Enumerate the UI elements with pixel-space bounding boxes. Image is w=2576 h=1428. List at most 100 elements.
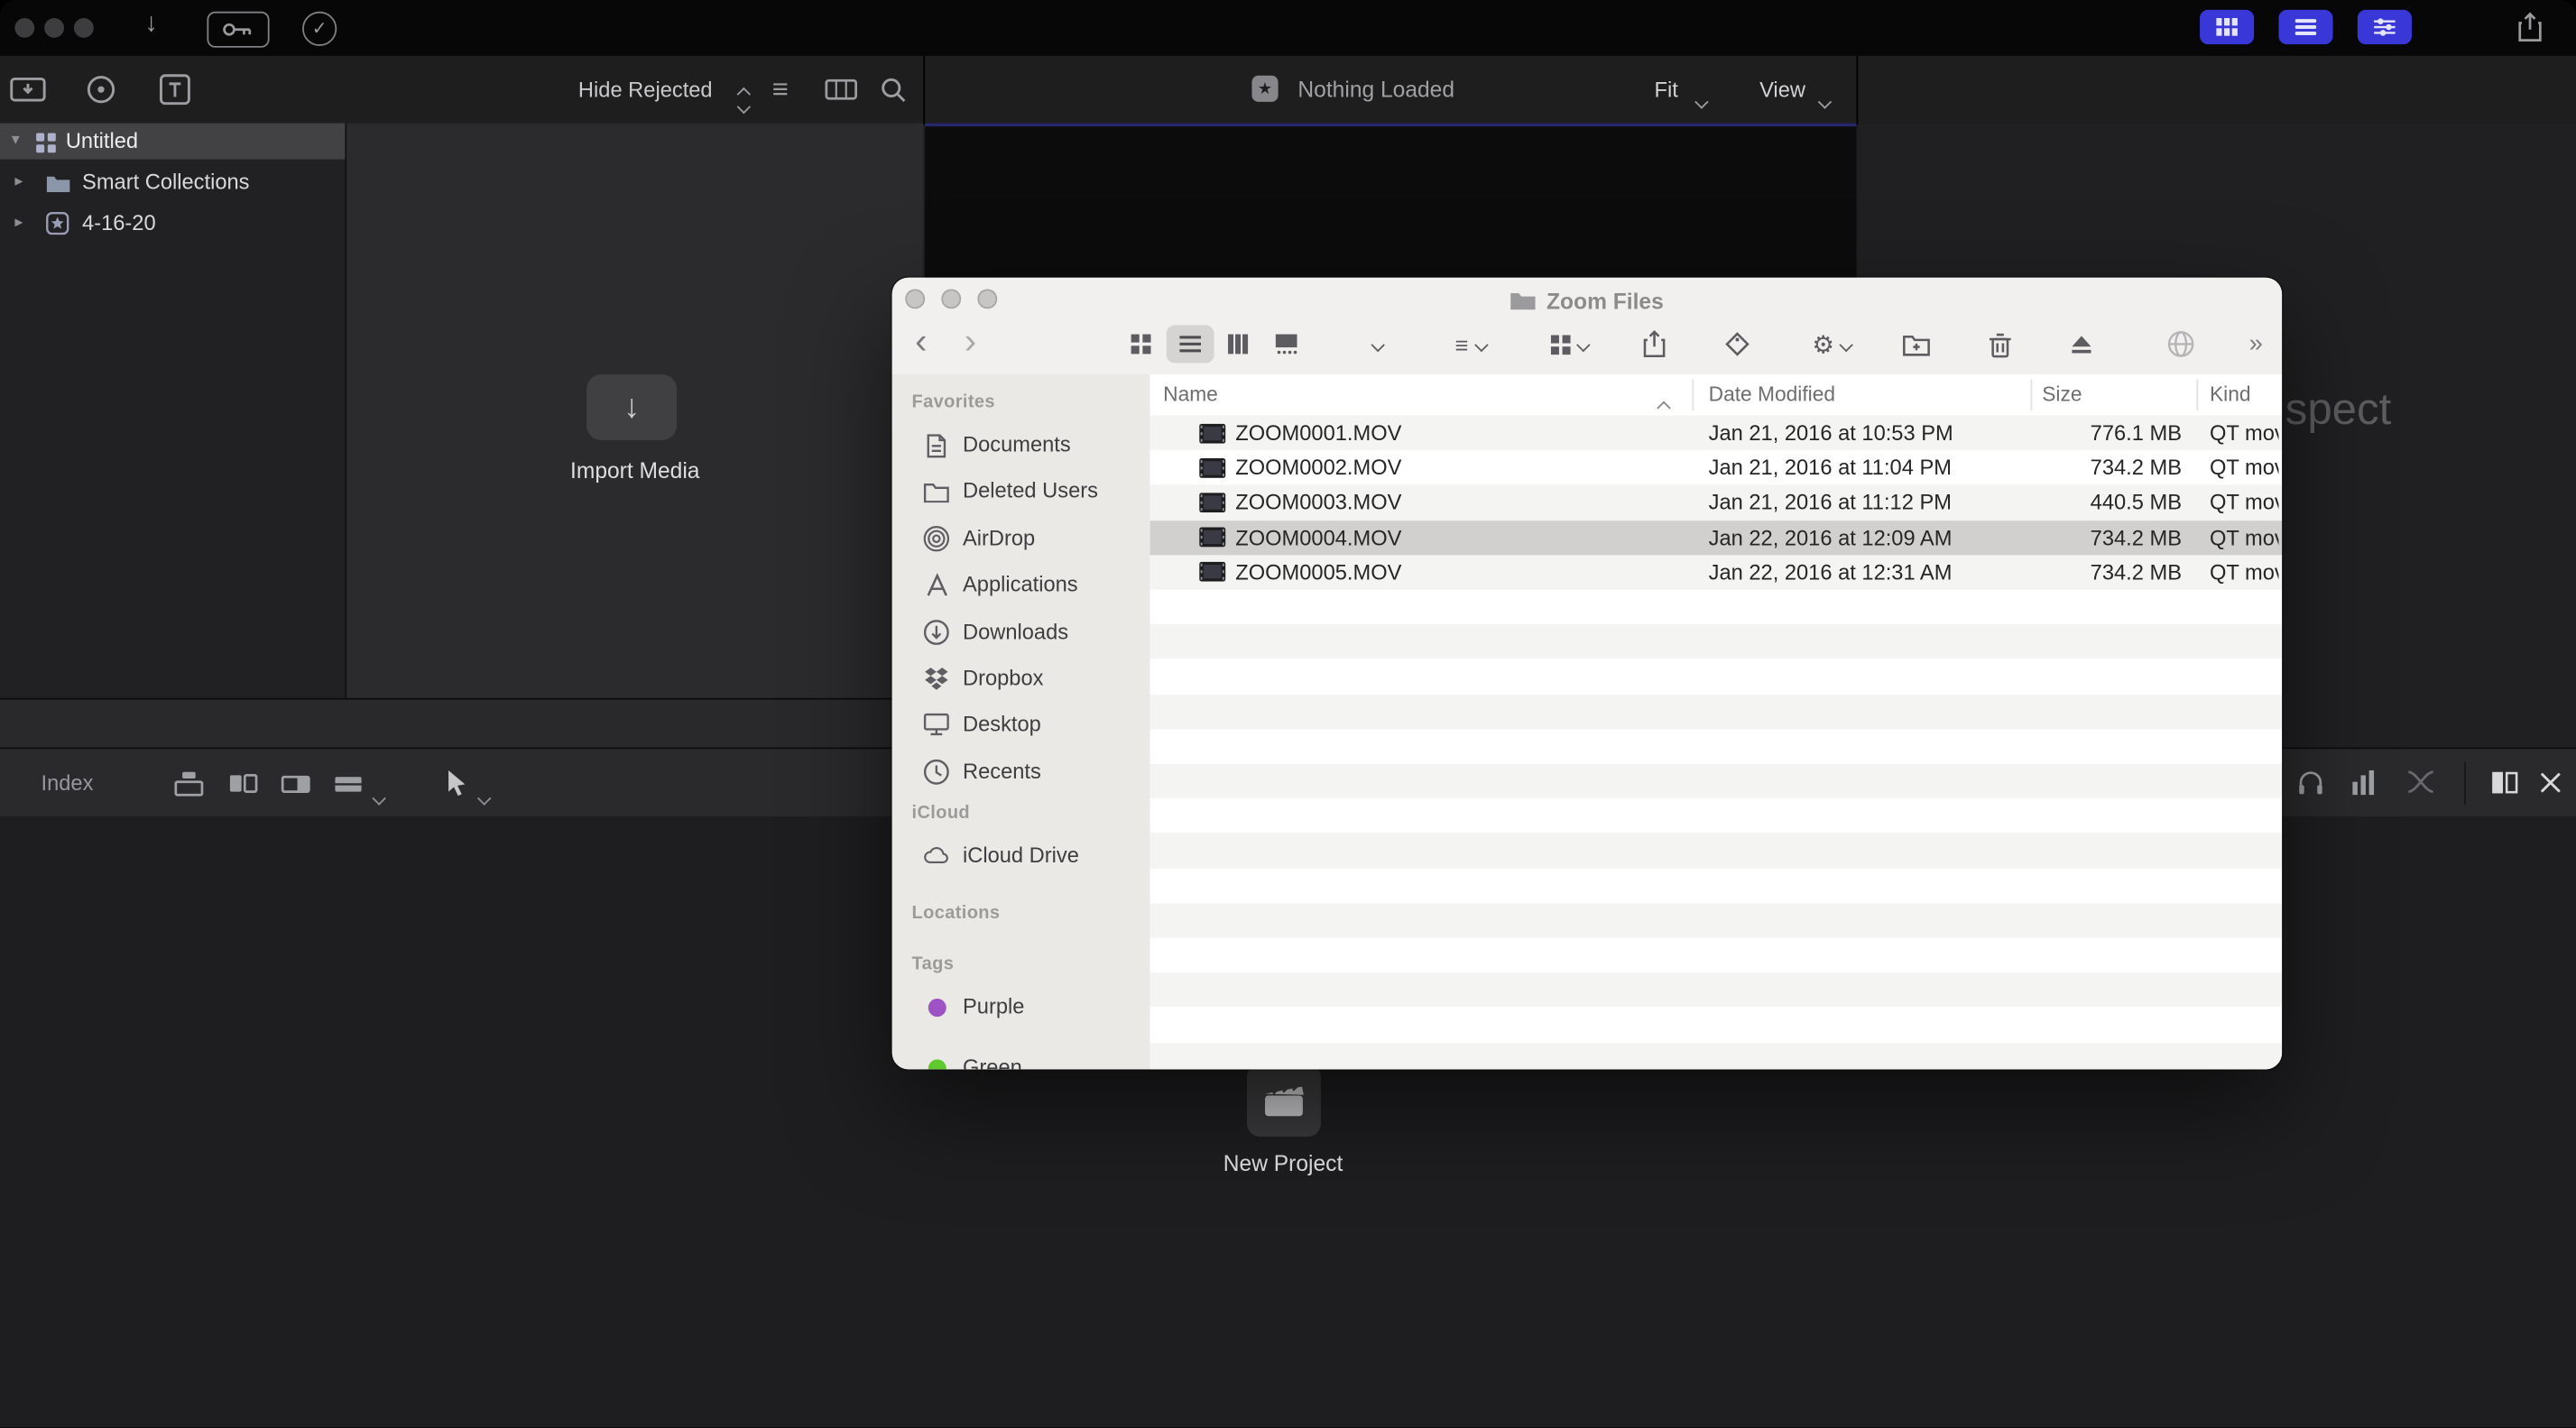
airdrop-icon: [923, 526, 950, 552]
window-minimize-button[interactable]: [44, 18, 65, 38]
sidebar-item-tag-purple[interactable]: Purple: [892, 987, 1150, 1027]
insert-clip-icon[interactable]: [228, 770, 258, 805]
sidebar-item-label: Downloads: [962, 619, 1069, 644]
table-row-empty: [1150, 729, 2283, 764]
arrange-dropdown-button[interactable]: [1536, 326, 1602, 364]
filter-dropdown[interactable]: Hide Rejected: [578, 56, 713, 124]
screen: ↓ ✓ Hide Rejected ≡ ★ Nothing Loaded Fit…: [0, 0, 2576, 1428]
column-header-size[interactable]: Size: [2042, 374, 2082, 416]
tags-button[interactable]: [1717, 326, 1757, 364]
share-button[interactable]: [2516, 12, 2543, 51]
action-dropdown-button[interactable]: ⚙: [1799, 326, 1865, 364]
sidebar-item-airdrop[interactable]: AirDrop: [892, 519, 1150, 558]
sidebar-item-desktop[interactable]: Desktop: [892, 705, 1150, 744]
column-view-button[interactable]: [1214, 326, 1263, 364]
crossfade-icon[interactable]: [2406, 770, 2434, 802]
sidebar-item-smart-collections[interactable]: ▸ Smart Collections: [0, 164, 345, 200]
overwrite-clip-icon[interactable]: [334, 770, 364, 805]
file-date-modified: Jan 22, 2016 at 12:31 AM: [1708, 559, 1953, 585]
sort-dropdown-button[interactable]: ≡: [1437, 326, 1503, 364]
connect-clip-icon[interactable]: [174, 770, 204, 805]
sidebar-item-downloads[interactable]: Downloads: [892, 613, 1150, 652]
eject-button[interactable]: [2062, 326, 2101, 364]
share-button[interactable]: [1635, 326, 1675, 364]
group-dropdown-button[interactable]: [1355, 326, 1401, 364]
forward-button[interactable]: ›: [965, 320, 976, 363]
list-layout-button[interactable]: [2278, 9, 2333, 45]
column-divider[interactable]: [2030, 379, 2033, 411]
back-button[interactable]: ‹: [915, 320, 927, 363]
column-divider[interactable]: [2196, 379, 2199, 411]
filmstrip-view-icon[interactable]: [825, 78, 858, 108]
sidebar-item-icloud-drive[interactable]: iCloud Drive: [892, 836, 1150, 876]
column-header-kind[interactable]: Kind: [2210, 374, 2251, 416]
media-import-icon[interactable]: [10, 72, 46, 114]
sidebar-item-recents[interactable]: Recents: [892, 752, 1150, 792]
list-view-icon: [1178, 336, 1201, 353]
import-media-button[interactable]: ↓: [586, 374, 678, 440]
grid-layout-button[interactable]: [2200, 9, 2255, 45]
sidebar-item-label: Applications: [962, 571, 1078, 596]
chevron-down-icon[interactable]: [373, 780, 386, 810]
fit-dropdown[interactable]: Fit: [1655, 56, 1678, 124]
disclosure-right-icon[interactable]: ▸: [14, 206, 23, 242]
clip-list-icon[interactable]: ≡: [772, 56, 789, 124]
audio-meters-icon[interactable]: [2351, 769, 2376, 803]
delete-button[interactable]: [1980, 326, 2019, 364]
sidebar-item-tag-green[interactable]: Green: [892, 1048, 1150, 1070]
sidebar-item-dropbox[interactable]: Dropbox: [892, 659, 1150, 698]
table-row[interactable]: ZOOM0003.MOV Jan 21, 2016 at 11:12 PM 440.…: [1150, 484, 2283, 521]
fcp-browser: ↓ Import Media: [346, 123, 924, 698]
sliders-button[interactable]: [2357, 9, 2412, 45]
table-row[interactable]: ZOOM0002.MOV Jan 21, 2016 at 11:04 PM 734.…: [1150, 450, 2283, 485]
file-kind: QT mov: [2209, 420, 2279, 446]
table-row-empty: [1150, 868, 2283, 904]
titles-icon[interactable]: [159, 74, 191, 114]
new-folder-button[interactable]: [1894, 326, 1936, 364]
disclosure-right-icon[interactable]: ▸: [14, 164, 23, 200]
new-project-button[interactable]: [1246, 1064, 1321, 1137]
table-row[interactable]: ZOOM0004.MOV Jan 22, 2016 at 12:09 AM 734.…: [1150, 520, 2283, 556]
import-download-icon[interactable]: ↓: [144, 10, 158, 40]
effects-icon[interactable]: [86, 74, 117, 114]
table-row[interactable]: ZOOM0001.MOV Jan 21, 2016 at 10:53 PM 776.…: [1150, 415, 2283, 451]
import-media-label[interactable]: Import Media: [346, 458, 923, 483]
timeline-panel-icon[interactable]: [2490, 770, 2518, 803]
headphones-icon[interactable]: [2296, 769, 2324, 805]
column-divider[interactable]: [1692, 379, 1694, 411]
sidebar-item-event[interactable]: ▸ 4-16-20: [0, 206, 345, 242]
close-panel-icon[interactable]: [2540, 772, 2562, 802]
sidebar-item-documents[interactable]: Documents: [892, 426, 1150, 465]
sidebar-item-applications[interactable]: Applications: [892, 565, 1150, 604]
list-view-button[interactable]: [1165, 325, 1214, 364]
sidebar-item-deleted-users[interactable]: Deleted Users: [892, 472, 1150, 511]
column-header-name[interactable]: Name: [1163, 374, 1218, 416]
browser-footer: [0, 699, 926, 748]
key-icon: [223, 23, 252, 36]
append-clip-icon[interactable]: [281, 770, 310, 805]
disclosure-down-icon[interactable]: ▾: [12, 124, 20, 160]
network-button[interactable]: [2160, 326, 2200, 364]
key-button[interactable]: [207, 11, 270, 48]
icon-view-button[interactable]: [1117, 326, 1166, 364]
index-button[interactable]: Index: [42, 749, 94, 817]
chevron-down-icon: [1474, 337, 1488, 351]
view-dropdown[interactable]: View: [1759, 56, 1805, 124]
search-icon[interactable]: [881, 78, 907, 112]
chevron-down-icon[interactable]: [477, 780, 491, 810]
table-row-empty: [1150, 937, 2283, 973]
new-project-label[interactable]: New Project: [1119, 1151, 1447, 1175]
gallery-view-button[interactable]: [1262, 326, 1311, 364]
window-close-button[interactable]: [14, 18, 35, 38]
table-row-empty: [1150, 798, 2283, 834]
folder-icon: [46, 172, 70, 202]
file-list-rows: ZOOM0001.MOV Jan 21, 2016 at 10:53 PM 776.…: [1150, 415, 2283, 1070]
table-row[interactable]: ZOOM0005.MOV Jan 22, 2016 at 12:31 AM 734.…: [1150, 555, 2283, 590]
toolbar-overflow-button[interactable]: »: [2249, 326, 2263, 364]
column-header-date-modified[interactable]: Date Modified: [1709, 374, 1835, 416]
cursor-tool-button[interactable]: [447, 769, 468, 806]
window-zoom-button[interactable]: [73, 18, 94, 38]
check-circle-button[interactable]: ✓: [302, 11, 337, 46]
sidebar-item-untitled[interactable]: ▾ Untitled: [0, 123, 346, 160]
window-title-text: Zoom Files: [1547, 288, 1664, 313]
